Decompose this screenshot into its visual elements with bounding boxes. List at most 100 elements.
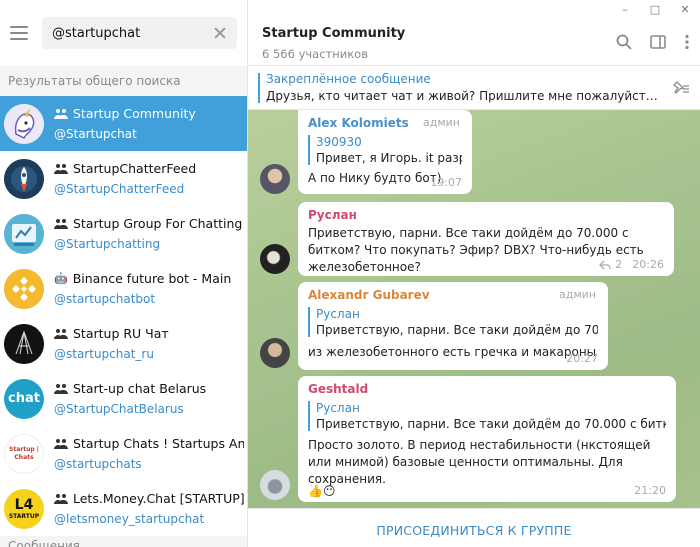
chat-handle: @startupchatbot — [54, 292, 156, 306]
chat-name: Lets.Money.Chat [STARTUP] — [73, 491, 244, 506]
window-controls: – □ ✕ — [610, 0, 700, 18]
avatar — [4, 323, 44, 364]
chat-handle: @startupchats — [54, 457, 142, 471]
chat-name: Binance future bot - Main — [72, 271, 232, 286]
sidebar-toggle-icon[interactable] — [650, 34, 666, 50]
pinned-accent-bar — [258, 73, 260, 103]
group-icon — [54, 493, 68, 504]
avatar: L4 STARTUP — [4, 488, 44, 529]
chat-name: StartupChatterFeed — [73, 161, 197, 176]
chat-handle: @Startupchatting — [54, 237, 161, 251]
message-time-value: 20:26 — [632, 258, 664, 271]
search-icon[interactable] — [616, 34, 632, 50]
chat-handle: @letsmoney_startupchat — [54, 512, 205, 526]
reply-text: Приветствую, парни. Все таки дойдём до 7… — [316, 417, 666, 431]
pinned-text: Друзья, кто читает чат и живой? Пришлите… — [266, 89, 660, 103]
chat-item-startupchatterfeed[interactable]: StartupChatterFeed @StartupChatterFeed — [0, 151, 247, 206]
chat-list-panel: Результаты общего поиска Startup Communi… — [0, 0, 248, 547]
reply-author: Руслан — [316, 307, 360, 321]
close-window-button[interactable]: ✕ — [670, 0, 700, 18]
bot-icon: 🤖 — [54, 272, 68, 285]
minimize-button[interactable]: – — [610, 0, 640, 18]
avatar — [4, 158, 44, 199]
avatar — [4, 103, 44, 144]
avatar[interactable] — [260, 244, 290, 274]
message-author[interactable]: Руслан — [308, 208, 664, 222]
admin-badge: админ — [423, 116, 460, 129]
chat-item-startup-group-for-chatting[interactable]: Startup Group For Chatting @Startupchatt… — [0, 206, 247, 261]
chat-handle: @Startupchat — [54, 127, 137, 141]
more-options-icon[interactable] — [684, 34, 690, 50]
message-bubble[interactable]: Руслан Приветствую, парни. Все таки дойд… — [298, 202, 674, 276]
search-box — [42, 17, 237, 49]
pinned-label: Закреплённое сообщение — [266, 72, 431, 86]
message-bubble[interactable]: Geshtald Руслан Приветствую, парни. Все … — [298, 376, 676, 502]
reply-quote[interactable]: Руслан Приветствую, парни. Все таки дойд… — [308, 307, 598, 337]
reply-text: Привет, я Игорь. it разр... — [316, 151, 462, 165]
message-time: 20:27 — [566, 352, 598, 365]
chat-name: Startup Community — [73, 106, 196, 121]
search-input[interactable] — [52, 25, 213, 41]
chat-item-start-up-chat-belarus[interactable]: chat Start-up chat Belarus @StartupChatB… — [0, 371, 247, 426]
avatar-text: chat — [8, 391, 40, 406]
message-time: 19:07 — [430, 176, 462, 189]
chat-item-startup-community[interactable]: Startup Community @Startupchat — [0, 96, 247, 151]
group-icon — [54, 438, 68, 449]
group-icon — [54, 218, 68, 229]
clear-search-icon[interactable] — [213, 26, 227, 40]
avatar: Startup | Chats — [4, 433, 44, 474]
reply-quote[interactable]: Руслан Приветствую, парни. Все таки дойд… — [308, 401, 666, 431]
avatar[interactable] — [260, 164, 290, 194]
chat-name: Startup Group For Chatting — [73, 216, 243, 231]
chat-item-lets-money-chat[interactable]: L4 STARTUP Lets.Money.Chat [STARTUP] @le… — [0, 481, 247, 536]
message-bubble[interactable]: Alex Kolomiets админ 390930 Привет, я Иг… — [298, 110, 472, 194]
menu-icon[interactable] — [10, 26, 28, 40]
avatar — [4, 268, 44, 309]
chat-name: Startup RU Чат — [73, 326, 169, 341]
group-icon — [54, 163, 68, 174]
search-bar — [0, 0, 247, 66]
maximize-button[interactable]: □ — [640, 0, 670, 18]
messages-section-title: Сообщения — [0, 536, 247, 547]
message-time: 2 20:26 — [599, 258, 664, 271]
chat-name: Startup Chats ! Startups An... — [73, 436, 244, 451]
admin-badge: админ — [559, 288, 596, 301]
reply-author: Руслан — [316, 401, 360, 415]
avatar: chat — [4, 378, 44, 419]
message-area: Alex Kolomiets админ 390930 Привет, я Иг… — [248, 110, 700, 508]
reply-text: Приветствую, парни. Все таки дойдём до 7… — [316, 323, 598, 337]
message-author[interactable]: Alexandr Gubarev — [308, 288, 598, 302]
avatar — [4, 213, 44, 254]
message-author[interactable]: Geshtald — [308, 382, 666, 396]
group-icon — [54, 383, 68, 394]
join-group-button[interactable]: ПРИСОЕДИНИТЬСЯ К ГРУППЕ — [248, 508, 700, 547]
chat-handle: @StartupChatterFeed — [54, 182, 185, 196]
reactions[interactable]: 👍😶 — [308, 484, 335, 498]
reply-count: 2 — [615, 258, 623, 271]
group-icon — [54, 108, 68, 119]
chat-name: Start-up chat Belarus — [73, 381, 207, 396]
chat-item-startup-ru-chat[interactable]: Startup RU Чат @startupchat_ru — [0, 316, 247, 371]
chat-item-binance-future-bot[interactable]: 🤖 Binance future bot - Main @startupchatb… — [0, 261, 247, 316]
avatar[interactable] — [260, 470, 290, 500]
chat-handle: @StartupChatBelarus — [54, 402, 184, 416]
avatar[interactable] — [260, 338, 290, 368]
reply-author: 390930 — [316, 135, 362, 149]
avatar-text: Startup | Chats — [9, 445, 39, 461]
message-time: 21:20 — [634, 484, 666, 497]
chat-view: Startup Community 6 566 участников – □ ✕… — [248, 0, 700, 547]
chat-handle: @startupchat_ru — [54, 347, 154, 361]
message-text: Просто золото. В период нестабильности (… — [308, 438, 651, 486]
reply-arrow-icon[interactable] — [599, 260, 611, 270]
avatar-text: STARTUP — [8, 513, 40, 520]
chat-list: Startup Community @Startupchat StartupCh… — [0, 96, 247, 536]
avatar-text: L4 — [14, 497, 34, 513]
reply-quote[interactable]: 390930 Привет, я Игорь. it разр... — [308, 135, 462, 165]
group-icon — [54, 328, 68, 339]
message-bubble[interactable]: Alexandr Gubarev админ Руслан Приветству… — [298, 282, 608, 370]
pinned-message[interactable]: Закреплённое сообщение Друзья, кто читае… — [248, 66, 700, 110]
chat-item-startup-chats[interactable]: Startup | Chats Startup Chats ! Startups… — [0, 426, 247, 481]
unpin-icon[interactable] — [670, 80, 690, 96]
message-text: из железобетонного есть гречка и макарон… — [308, 345, 597, 359]
global-search-section-title: Результаты общего поиска — [0, 66, 247, 96]
